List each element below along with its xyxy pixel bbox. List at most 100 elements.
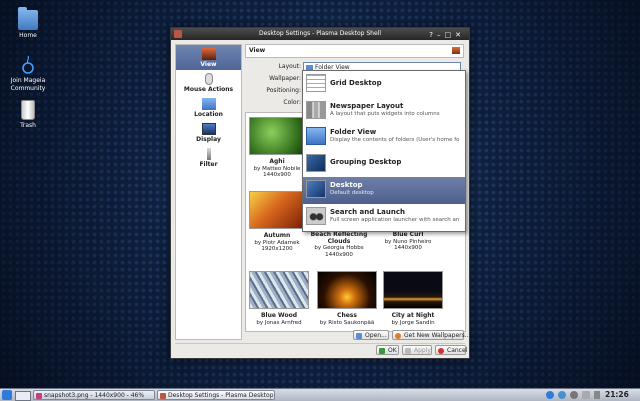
- color-label: Color:: [283, 99, 301, 106]
- desktop-icon-mageia[interactable]: Join Mageia Community: [0, 55, 56, 93]
- layout-option-search-and-launch[interactable]: Search and Launch Full screen applicatio…: [303, 204, 465, 231]
- image-viewer-icon: [36, 393, 42, 399]
- settings-sidebar: View Mouse Actions Location Display Filt…: [175, 44, 242, 340]
- layout-option-desktop[interactable]: Desktop Default desktop: [303, 177, 465, 204]
- grid-icon: [306, 74, 326, 92]
- desktop-icon-label: Trash: [20, 122, 36, 129]
- layout-option-title: Desktop: [330, 181, 363, 190]
- sidebar-item-label: Filter: [199, 161, 218, 168]
- layout-option-grid-desktop[interactable]: Grid Desktop: [303, 71, 465, 98]
- clock[interactable]: 21:26: [605, 389, 629, 401]
- layout-option-title: Grouping Desktop: [330, 157, 402, 166]
- wallpaper-thumbnail: [317, 271, 377, 309]
- wallpaper-size: 1920x1200: [261, 246, 293, 252]
- desktop-icon-label: Home: [19, 32, 37, 39]
- wallpaper-label: Wallpaper:: [269, 75, 301, 82]
- desktop-icon-label: Join Mageia Community: [10, 77, 46, 92]
- tray-expand-icon[interactable]: [594, 391, 600, 399]
- plasma-icon: [160, 393, 166, 399]
- sidebar-item-label: View: [200, 61, 217, 68]
- wallpaper-thumbnail: [249, 191, 305, 229]
- apply-button-label: Apply: [414, 347, 431, 354]
- layout-option-desc: Full screen application launcher with se…: [330, 216, 460, 223]
- layout-option-title: Search and Launch: [330, 207, 405, 216]
- checkmark-icon: [379, 348, 385, 354]
- desktop-icon-home[interactable]: Home: [0, 7, 56, 40]
- ok-button[interactable]: OK: [376, 345, 399, 355]
- task-desktop-settings[interactable]: Desktop Settings - Plasma Desktop: [157, 390, 275, 400]
- positioning-label: Positioning:: [266, 87, 301, 94]
- dialog-titlebar[interactable]: Desktop Settings - Plasma Desktop Shell …: [171, 28, 469, 40]
- folder-icon: [201, 98, 216, 110]
- volume-icon[interactable]: [570, 391, 578, 399]
- binoculars-icon: [306, 206, 326, 225]
- minimize-button[interactable]: –: [437, 31, 445, 39]
- layout-option-title: Newspaper Layout: [330, 101, 404, 110]
- wallpaper-item-autumn[interactable]: Autumn by Piotr Adamek 1920x1200: [249, 191, 305, 253]
- folder-icon: [306, 127, 326, 146]
- cancel-icon: [438, 348, 444, 354]
- desktop-icon: [306, 180, 326, 199]
- wallpaper-item-blue-wood[interactable]: Blue Wood by Jonas Arnfred: [249, 271, 309, 326]
- wallpaper-item-city-at-night[interactable]: City at Night by Jorge Sandín: [383, 271, 443, 326]
- wallpaper-size: 1440x900: [394, 245, 422, 251]
- wallpaper-item-blue-curl[interactable]: Blue Curl by Nuno Pinheiro 1440x900: [380, 231, 436, 252]
- network-icon[interactable]: [546, 391, 554, 399]
- wallpaper-name: City at Night: [391, 312, 435, 319]
- page-title: View: [245, 44, 464, 58]
- wallpaper-thumbnail: [383, 271, 443, 309]
- layout-dropdown-list[interactable]: Grid Desktop Newspaper Layout A layout t…: [302, 70, 466, 232]
- layout-option-title: Grid Desktop: [330, 79, 382, 87]
- sidebar-item-location[interactable]: Location: [176, 95, 241, 120]
- wallpaper-name: Beach Reflecting Clouds: [310, 231, 368, 245]
- close-button[interactable]: ✕: [455, 31, 465, 39]
- wallpaper-item-aghi[interactable]: Aghi by Matteo Nobile 1440x900: [249, 117, 305, 179]
- grouping-icon: [306, 153, 326, 172]
- view-icon: [201, 48, 216, 60]
- layout-option-grouping-desktop[interactable]: Grouping Desktop: [303, 151, 465, 178]
- sidebar-item-display[interactable]: Display: [176, 120, 241, 145]
- apply-button[interactable]: Apply: [402, 345, 432, 355]
- mageia-icon: [22, 55, 34, 74]
- wallpaper-item-beach[interactable]: Beach Reflecting Clouds by Georgia Hobbs…: [310, 231, 368, 258]
- app-icon[interactable]: [174, 30, 182, 38]
- folder-icon: [18, 7, 38, 30]
- wallpaper-size: 1440x900: [325, 251, 353, 258]
- cancel-button[interactable]: Cancel: [435, 345, 467, 355]
- newspaper-icon: [306, 100, 326, 119]
- layout-option-folder-view[interactable]: Folder View Display the contents of fold…: [303, 124, 465, 151]
- kickoff-menu-icon[interactable]: [2, 390, 12, 400]
- monitor-icon: [201, 123, 216, 135]
- sidebar-item-view[interactable]: View: [176, 45, 241, 70]
- get-new-wallpapers-button[interactable]: Get New Wallpapers...: [392, 330, 470, 340]
- folder-open-icon: [356, 333, 362, 339]
- get-new-wallpapers-label: Get New Wallpapers...: [404, 332, 471, 339]
- task-snapshot[interactable]: snapshot3.png - 1440x900 - 46%: [33, 390, 155, 400]
- window-controls: ?–□✕: [429, 29, 465, 41]
- layout-option-title: Folder View: [330, 128, 377, 137]
- layout-option-newspaper[interactable]: Newspaper Layout A layout that puts widg…: [303, 98, 465, 125]
- mouse-icon: [204, 73, 213, 85]
- taskbar: snapshot3.png - 1440x900 - 46% Desktop S…: [0, 388, 640, 401]
- page-title-text: View: [249, 47, 266, 54]
- wallpaper-thumbnail: [249, 271, 309, 309]
- filter-icon: [206, 148, 211, 160]
- help-button[interactable]: ?: [429, 31, 437, 39]
- task-label: Desktop Settings - Plasma Desktop: [168, 392, 274, 399]
- open-button-label: Open...: [365, 332, 387, 339]
- wallpaper-author: by Risto Saukonpää: [319, 319, 375, 326]
- maximize-button[interactable]: □: [445, 31, 456, 39]
- desktop-icon-trash[interactable]: Trash: [0, 100, 56, 130]
- sidebar-item-label: Display: [196, 136, 221, 143]
- wallpaper-author: by Jorge Sandín: [391, 319, 435, 326]
- sidebar-item-filter[interactable]: Filter: [176, 145, 241, 170]
- wallpaper-size: 1440x900: [263, 172, 291, 178]
- open-button[interactable]: Open...: [353, 330, 389, 340]
- wallpaper-item-chess[interactable]: Chess by Risto Saukonpää: [317, 271, 377, 326]
- updates-icon[interactable]: [558, 391, 566, 399]
- sidebar-item-mouse-actions[interactable]: Mouse Actions: [176, 70, 241, 95]
- get-hot-new-stuff-icon: [395, 333, 401, 339]
- view-icon: [452, 47, 460, 54]
- battery-icon[interactable]: [582, 391, 590, 399]
- task-label: snapshot3.png - 1440x900 - 46%: [44, 392, 145, 399]
